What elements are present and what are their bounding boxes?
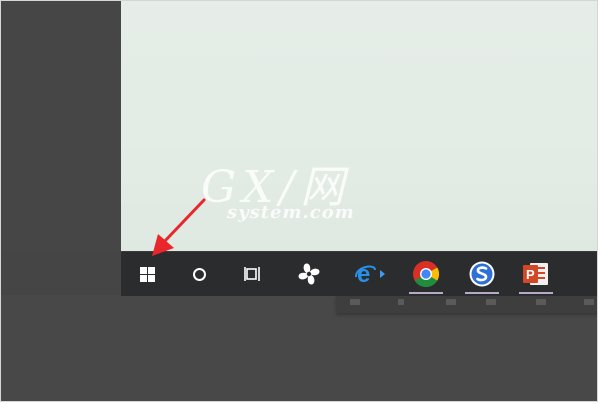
running-indicator <box>519 292 553 294</box>
task-view-icon <box>244 267 260 281</box>
powerpoint-button[interactable]: P <box>513 252 559 296</box>
red-pointer-arrow <box>152 198 206 256</box>
shelf-mark <box>446 299 456 305</box>
windows-logo-icon <box>139 266 155 282</box>
screenshot-frame: GX/网 system.com e P <box>0 0 598 402</box>
shelf-mark <box>584 299 594 305</box>
dark-background-left <box>1 1 121 251</box>
running-indicator <box>409 292 443 294</box>
internet-explorer-icon: e <box>355 261 385 287</box>
sogou-browser-button[interactable] <box>459 252 505 296</box>
pinwheel-app-button[interactable] <box>287 252 331 296</box>
running-indicator <box>465 292 499 294</box>
watermark: GX/网 system.com <box>201 166 355 224</box>
watermark-sub-text: system.com <box>227 202 355 223</box>
svg-text:e: e <box>357 261 370 287</box>
pinwheel-icon <box>298 263 320 285</box>
powerpoint-icon: P <box>523 263 548 285</box>
shelf-mark <box>350 299 360 305</box>
shelf-mark <box>536 299 546 305</box>
sogou-s-icon <box>469 261 495 287</box>
duplicate-taskbar-shadow <box>336 295 597 313</box>
internet-explorer-button[interactable]: e <box>345 252 395 296</box>
cortana-circle-icon <box>192 267 206 281</box>
powerpoint-letter: P <box>526 267 535 282</box>
shelf-mark <box>486 299 496 305</box>
chrome-button[interactable] <box>403 252 449 296</box>
shelf-mark <box>398 299 404 305</box>
task-view-button[interactable] <box>231 252 275 296</box>
chrome-icon <box>413 261 440 288</box>
